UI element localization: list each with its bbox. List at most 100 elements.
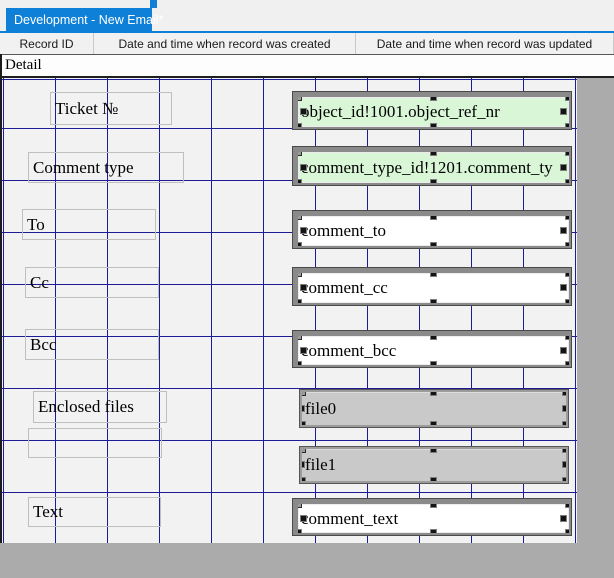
- selection-handle-tr[interactable]: [562, 447, 568, 453]
- field-text: comment_cc: [301, 278, 388, 298]
- selection-handle-bc[interactable]: [430, 179, 437, 185]
- selection-handle-tl[interactable]: [300, 390, 306, 396]
- system-field-header-row: Record ID Date and time when record was …: [0, 33, 614, 54]
- selection-handle-tc[interactable]: [430, 213, 437, 220]
- header-created[interactable]: Date and time when record was created: [93, 33, 355, 54]
- selection-handle-tc[interactable]: [430, 270, 437, 277]
- selection-handle-ml[interactable]: [300, 461, 305, 468]
- selection-handle-tl[interactable]: [295, 213, 302, 220]
- field-comment-to[interactable]: comment_to: [293, 211, 571, 248]
- label-enclosed-files[interactable]: Enclosed files: [33, 391, 167, 423]
- selection-handle-mr[interactable]: [560, 108, 567, 115]
- header-updated[interactable]: Date and time when record was updated: [355, 33, 614, 54]
- selection-handle-mr[interactable]: [560, 227, 567, 234]
- selection-handle-tl[interactable]: [295, 270, 302, 277]
- field-text: comment_to: [301, 221, 386, 241]
- selection-handle-bl[interactable]: [295, 179, 302, 185]
- field-comment-cc[interactable]: comment_cc: [293, 268, 571, 305]
- selection-handle-bl[interactable]: [300, 421, 306, 427]
- selection-handle-tc[interactable]: [430, 501, 437, 508]
- selection-handle-ml[interactable]: [300, 108, 307, 115]
- selection-handle-bc[interactable]: [430, 477, 437, 483]
- label-text-row[interactable]: Text: [28, 497, 161, 527]
- selection-handle-tl[interactable]: [295, 333, 302, 340]
- field-text: object_id!1001.object_ref_nr: [301, 102, 500, 122]
- toolbar-remnant: [150, 0, 157, 8]
- selection-handle-br[interactable]: [565, 179, 571, 185]
- selection-handle-tl[interactable]: [295, 94, 302, 101]
- selection-handle-tr[interactable]: [565, 270, 571, 277]
- selection-handle-br[interactable]: [565, 361, 571, 367]
- selection-handle-br[interactable]: [565, 529, 571, 535]
- selection-handle-br[interactable]: [562, 477, 568, 483]
- field-text: comment_type_id!1201.comment_ty: [301, 158, 553, 178]
- field-comment-bcc[interactable]: comment_bcc: [293, 331, 571, 367]
- selection-handle-tr[interactable]: [565, 149, 571, 156]
- detail-band-header[interactable]: Detail: [0, 54, 614, 78]
- selection-handle-tl[interactable]: [295, 501, 302, 508]
- field-comment-type[interactable]: comment_type_id!1201.comment_ty: [293, 147, 571, 185]
- selection-handle-tc[interactable]: [430, 447, 437, 453]
- label-comment-type[interactable]: Comment type: [28, 152, 184, 183]
- field-file0[interactable]: file0: [300, 390, 568, 427]
- selection-handle-ml[interactable]: [300, 405, 305, 412]
- canvas-margin-bottom: [0, 543, 614, 578]
- label-bcc[interactable]: Bcc: [25, 329, 159, 360]
- selection-handle-bc[interactable]: [430, 421, 437, 427]
- canvas-margin-right: [577, 78, 614, 578]
- form-designer-window: Development - New Email* Record ID Date …: [0, 0, 614, 578]
- selection-handle-br[interactable]: [562, 421, 568, 427]
- selection-handle-bl[interactable]: [300, 477, 306, 483]
- selection-handle-mr[interactable]: [560, 284, 567, 291]
- selection-handle-bl[interactable]: [295, 123, 302, 129]
- selection-handle-tl[interactable]: [300, 447, 306, 453]
- selection-handle-bl[interactable]: [295, 299, 302, 305]
- selection-handle-bc[interactable]: [430, 123, 437, 129]
- field-object-ref-nr[interactable]: object_id!1001.object_ref_nr: [293, 92, 571, 129]
- field-file1[interactable]: file1: [300, 447, 568, 483]
- label-text: Cc: [30, 273, 49, 293]
- label-cc[interactable]: Cc: [25, 267, 159, 298]
- selection-handle-ml[interactable]: [300, 164, 307, 171]
- label-text: To: [27, 215, 45, 235]
- selection-handle-bl[interactable]: [295, 242, 302, 248]
- field-text: file0: [305, 399, 336, 419]
- selection-handle-bl[interactable]: [295, 361, 302, 367]
- detail-band-label: Detail: [5, 57, 42, 74]
- selection-handle-br[interactable]: [565, 242, 571, 248]
- selection-handle-bc[interactable]: [430, 529, 437, 535]
- selection-handle-bc[interactable]: [430, 361, 437, 367]
- selection-handle-br[interactable]: [565, 299, 571, 305]
- selection-handle-tr[interactable]: [565, 213, 571, 220]
- selection-handle-br[interactable]: [565, 123, 571, 129]
- label-to[interactable]: To: [22, 209, 156, 240]
- document-tab[interactable]: Development - New Email*: [6, 8, 152, 31]
- selection-handle-ml[interactable]: [300, 515, 307, 522]
- selection-handle-mr[interactable]: [562, 405, 568, 412]
- selection-handle-tr[interactable]: [562, 390, 568, 396]
- selection-handle-ml[interactable]: [300, 284, 307, 291]
- field-comment-text[interactable]: comment_text: [293, 499, 571, 535]
- label-empty[interactable]: [28, 428, 162, 458]
- selection-handle-tl[interactable]: [295, 149, 302, 156]
- selection-handle-mr[interactable]: [560, 164, 567, 171]
- selection-handle-tc[interactable]: [430, 149, 437, 156]
- label-text: Enclosed files: [38, 397, 134, 417]
- selection-handle-mr[interactable]: [560, 347, 567, 354]
- selection-handle-tc[interactable]: [430, 390, 437, 396]
- selection-handle-mr[interactable]: [560, 515, 567, 522]
- selection-handle-tc[interactable]: [430, 94, 437, 101]
- selection-handle-tr[interactable]: [565, 333, 571, 340]
- selection-handle-ml[interactable]: [300, 227, 307, 234]
- selection-handle-bl[interactable]: [295, 529, 302, 535]
- label-ticket-nr[interactable]: Ticket №: [50, 92, 172, 125]
- header-record-id[interactable]: Record ID: [0, 33, 93, 54]
- label-text: Text: [33, 502, 63, 522]
- selection-handle-ml[interactable]: [300, 347, 307, 354]
- selection-handle-tr[interactable]: [565, 501, 571, 508]
- selection-handle-tc[interactable]: [430, 333, 437, 340]
- selection-handle-tr[interactable]: [565, 94, 571, 101]
- selection-handle-bc[interactable]: [430, 299, 437, 305]
- selection-handle-bc[interactable]: [430, 242, 437, 248]
- selection-handle-mr[interactable]: [562, 461, 568, 468]
